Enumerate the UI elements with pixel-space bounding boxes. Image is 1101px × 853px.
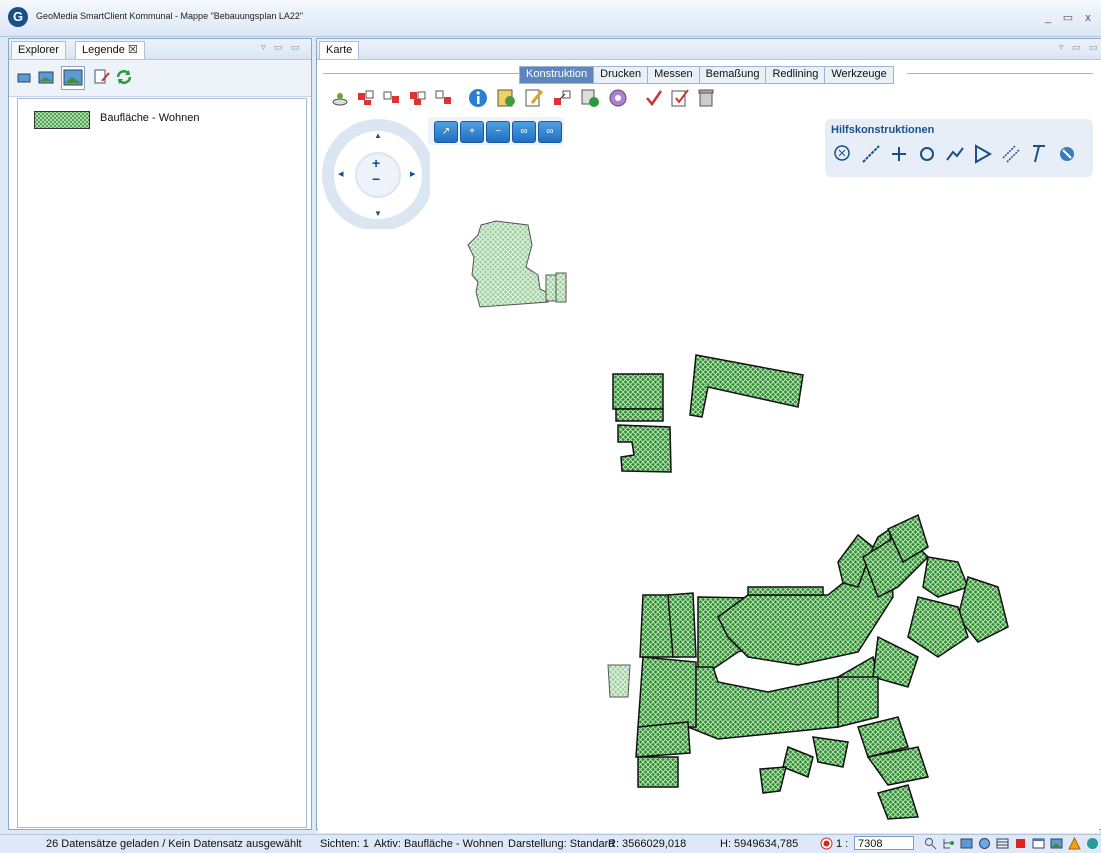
status-bar-right: Sichten: 1 Aktiv: Baufläche - Wohnen Dar…: [312, 834, 1101, 853]
map-navigation[interactable]: ▲ ▼ ◂ ▸ + −: [320, 119, 434, 231]
map-canvas[interactable]: ▲ ▼ ◂ ▸ + − ↗ + − ∞ ∞ Hilfskonstruktione…: [318, 117, 1099, 833]
pan-left-button[interactable]: ◂: [338, 167, 344, 180]
polygon-icon[interactable]: [971, 142, 995, 166]
tab-konstruktion[interactable]: Konstruktion: [520, 67, 595, 83]
zoom-previous-icon[interactable]: ∞: [512, 121, 536, 143]
zoom-in-button[interactable]: +: [372, 155, 380, 171]
picture-icon[interactable]: [1050, 837, 1063, 850]
zoom-out-rect-icon[interactable]: −: [486, 121, 510, 143]
map-panel: Karte ▿ ▭ ▭ Konstruktion Drucken Messen …: [316, 38, 1101, 833]
window-title: GeoMedia SmartClient Kommunal - Mappe "B…: [36, 11, 304, 21]
status-scale-prefix: 1 :: [836, 838, 849, 850]
legend-list: Baufläche - Wohnen: [17, 98, 307, 828]
status-r-coordinate: R: 3566029,018: [608, 838, 687, 850]
warning-icon[interactable]: [1068, 837, 1081, 850]
layer-large-icon[interactable]: [61, 66, 85, 90]
menu-separator-right: [907, 73, 1093, 74]
map-image-icon[interactable]: [960, 837, 973, 850]
panel-controls[interactable]: ▿ ▭ ▭: [261, 42, 303, 53]
parcel-cluster-north: [467, 220, 567, 308]
status-records: 26 Datensätze geladen / Kein Datensatz a…: [46, 838, 302, 850]
help-icon[interactable]: [1086, 837, 1099, 850]
zoom-in-rect-icon[interactable]: +: [460, 121, 484, 143]
stop-icon[interactable]: [1014, 837, 1027, 850]
zoom-full-icon[interactable]: ↗: [434, 121, 458, 143]
move-icon[interactable]: [551, 87, 573, 109]
check-icon[interactable]: [643, 87, 665, 109]
point-icon[interactable]: [887, 142, 911, 166]
tab-explorer[interactable]: Explorer: [11, 41, 66, 59]
status-display: Darstellung: Standard: [508, 838, 615, 850]
parallel-icon[interactable]: [999, 142, 1023, 166]
parcel-cluster-middle: [612, 354, 804, 473]
line-icon[interactable]: [859, 142, 883, 166]
topology-icon[interactable]: [607, 87, 629, 109]
info-icon[interactable]: [467, 87, 489, 109]
zoom-out-button[interactable]: −: [372, 171, 380, 187]
maximize-button[interactable]: ▭: [1060, 10, 1076, 26]
parcel-cluster-south: [635, 513, 1009, 820]
legend-toolbar: [9, 60, 311, 97]
snap-icon[interactable]: [831, 142, 855, 166]
tab-legende[interactable]: Legende ☒: [75, 41, 145, 59]
hatch-swatch-icon: [34, 111, 90, 129]
circle-icon[interactable]: [915, 142, 939, 166]
ribbon-tabs: Konstruktion Drucken Messen Bemaßung Red…: [519, 66, 894, 84]
refresh-icon[interactable]: [115, 69, 133, 85]
zoom-toolbar: ↗ + − ∞ ∞: [428, 117, 564, 145]
status-views: Sichten: 1: [320, 838, 369, 850]
status-h-coordinate: H: 5949634,785: [720, 838, 799, 850]
legend-panel-tabs: Explorer Legende ☒ ▿ ▭ ▭: [9, 39, 311, 60]
search-icon[interactable]: [924, 837, 937, 850]
map-tabbar: Karte ▿ ▭ ▭: [317, 39, 1101, 60]
status-active-layer: Aktiv: Baufläche - Wohnen: [374, 838, 504, 850]
parcel-light-west: [607, 664, 631, 698]
window-icon[interactable]: [1032, 837, 1045, 850]
clear-constructions-icon[interactable]: [1055, 142, 1079, 166]
layer-small-icon[interactable]: [15, 69, 33, 85]
split-feature-icon[interactable]: [381, 87, 403, 109]
pan-down-button[interactable]: ▼: [374, 209, 382, 218]
tab-werkzeuge[interactable]: Werkzeuge: [825, 67, 892, 83]
table-icon[interactable]: [996, 837, 1009, 850]
minimize-button[interactable]: _: [1040, 10, 1056, 26]
map-features: [467, 220, 1009, 820]
hilfskonstruktionen-title: Hilfskonstruktionen: [831, 124, 935, 136]
tab-karte[interactable]: Karte: [319, 41, 360, 59]
check-document-icon[interactable]: [669, 87, 691, 109]
app-logo-icon: G: [8, 7, 28, 27]
merge-feature-icon[interactable]: [407, 87, 429, 109]
zoom-next-icon[interactable]: ∞: [538, 121, 562, 143]
menu-separator-left: [323, 73, 519, 74]
title-bar: G GeoMedia SmartClient Kommunal - Mappe …: [0, 0, 1101, 37]
hilfskonstruktionen-panel: Hilfskonstruktionen: [825, 119, 1093, 177]
pan-up-button[interactable]: ▲: [374, 131, 382, 140]
copy-feature-icon[interactable]: [433, 87, 455, 109]
edit-text-icon[interactable]: [523, 87, 545, 109]
map-panel-controls[interactable]: ▿ ▭ ▭: [1059, 42, 1101, 53]
delete-icon[interactable]: [695, 87, 717, 109]
status-bar-left: 26 Datensätze geladen / Kein Datensatz a…: [0, 834, 312, 853]
polyline-icon[interactable]: [943, 142, 967, 166]
pan-right-button[interactable]: ▸: [410, 167, 416, 180]
attribute-icon[interactable]: [495, 87, 517, 109]
tree-icon[interactable]: [942, 837, 955, 850]
tab-redlining[interactable]: Redlining: [766, 67, 826, 83]
globe-icon[interactable]: [978, 837, 991, 850]
edit-legend-icon[interactable]: [93, 69, 111, 85]
offset-icon[interactable]: [1027, 142, 1051, 166]
legend-panel: Explorer Legende ☒ ▿ ▭ ▭ Baufläche - Woh…: [8, 38, 312, 830]
insert-feature-icon[interactable]: [329, 87, 351, 109]
layer-medium-icon[interactable]: [37, 69, 55, 85]
record-icon[interactable]: [820, 837, 833, 850]
tab-bemassung[interactable]: Bemaßung: [700, 67, 767, 83]
tab-messen[interactable]: Messen: [648, 67, 700, 83]
scale-input[interactable]: 7308: [854, 836, 914, 850]
close-button[interactable]: x: [1080, 10, 1096, 26]
legend-item-label: Baufläche - Wohnen: [100, 112, 200, 124]
tab-drucken[interactable]: Drucken: [594, 67, 649, 83]
validate-icon[interactable]: [579, 87, 601, 109]
edit-feature-icon[interactable]: [355, 87, 377, 109]
